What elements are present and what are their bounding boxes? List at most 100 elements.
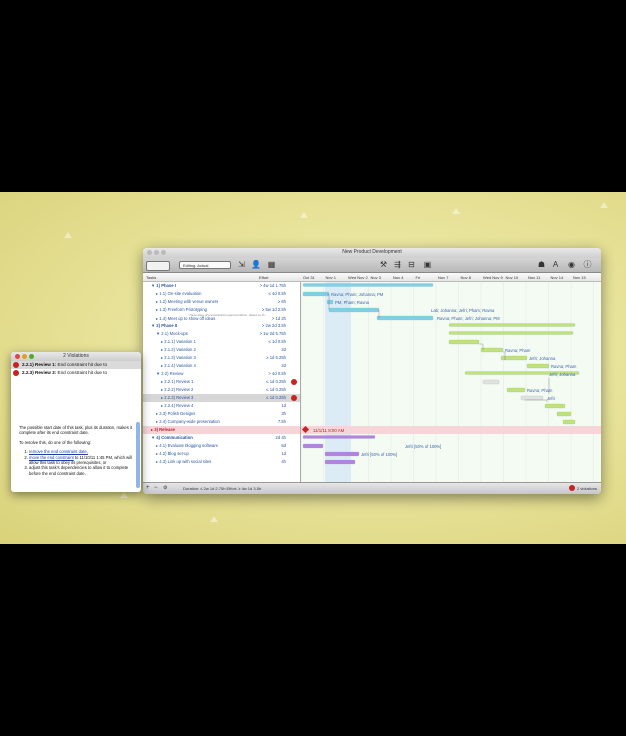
task-name: ▸ 2.4) Company-wide presentation bbox=[156, 419, 220, 424]
bar-resource-label: Ravna; Pham bbox=[551, 364, 577, 369]
task-row[interactable]: ▼ 2.1) Mock-ups > 1w 2d 5.75h bbox=[143, 330, 300, 338]
split-icon[interactable]: ⊟ bbox=[407, 260, 416, 269]
task-row[interactable]: ▸ 4.1) Evaluate blogging software 5d bbox=[143, 442, 300, 450]
bar-resource-label: Lab; Johanna; Jefri; Pham; Ravna bbox=[431, 308, 495, 313]
task-effort: ≥ 1d 5.25h bbox=[266, 355, 286, 360]
inspect-icon[interactable]: ⓘ bbox=[583, 260, 592, 269]
date-column-header: Nov 3 bbox=[370, 275, 381, 280]
task-row[interactable]: ▸ 2.2.3) Review 3 ≤ 1d 0.25h bbox=[143, 394, 300, 402]
resolution-option: move the end constraint to 11/10/11 1:45… bbox=[29, 455, 134, 466]
tasks-column-header[interactable]: Tasks bbox=[146, 275, 156, 280]
task-row[interactable]: ▸ 1.2) Meeting with venue owners ≥ 6h bbox=[143, 298, 300, 306]
colors-icon[interactable]: ◉ bbox=[567, 260, 576, 269]
milestone-label: 11/1/11 8:00 AM bbox=[313, 428, 345, 433]
resource-icon[interactable]: 👤 bbox=[251, 260, 261, 269]
task-name: ▼ 1) Phase I bbox=[151, 283, 176, 288]
task-row[interactable]: ▸ 2.2.1) Review 1 ≤ 1d 0.25h bbox=[143, 378, 300, 386]
violation-description: The possible start date of this task, pl… bbox=[19, 425, 133, 436]
task-name: ▸ 3) Release bbox=[151, 427, 175, 432]
task-effort: ≤ 1d 0.25h bbox=[266, 395, 286, 400]
fonts-icon[interactable]: A bbox=[551, 260, 560, 269]
task-row[interactable]: ▸ 1.1) On-site evaluation ≤ 4d 0.5h bbox=[143, 290, 300, 298]
task-bar bbox=[302, 443, 324, 449]
scrollbar[interactable] bbox=[136, 422, 140, 488]
task-row[interactable]: ▸ 2.1.3) Variation 3 ≥ 1d 5.25h bbox=[143, 354, 300, 362]
task-effort: > 2w 2d 3.5h bbox=[261, 323, 286, 328]
action-gear-icon[interactable]: ⚙ bbox=[163, 485, 167, 491]
bar-resource-label: Jefri [50% of 100%] bbox=[361, 452, 397, 457]
bar-resource-label: Jefri; Johanna bbox=[529, 356, 556, 361]
bar-resource-label: Jefri bbox=[547, 396, 555, 401]
status-summary: Duration: ≤ 2w 1d 2.75h Effort: ≥ 4w 1d … bbox=[183, 486, 262, 491]
task-row[interactable]: ▸ 2.1.2) Variation 2 2d bbox=[143, 346, 300, 354]
task-effort: ≥ 6h bbox=[277, 299, 286, 304]
catch-up-icon[interactable]: ⇶ bbox=[393, 260, 402, 269]
remove-icon[interactable]: − bbox=[154, 485, 158, 491]
task-bar bbox=[544, 403, 566, 409]
resolution-option: adjust this task's dependencies to allow… bbox=[29, 465, 134, 476]
task-name: ▼ 4) Communication bbox=[151, 435, 193, 440]
summary-bar bbox=[302, 283, 434, 287]
date-column-header: Nov 7 bbox=[438, 275, 449, 280]
task-name: ▼ 2.2) Review bbox=[156, 371, 184, 376]
task-bar bbox=[556, 411, 572, 417]
task-name: ▸ 2.1.3) Variation 3 bbox=[161, 355, 196, 360]
task-row[interactable]: ▸ 2.2.2) Review 2 ≤ 1d 0.25h bbox=[143, 386, 300, 394]
task-note: Three days of unrestrained experimentati… bbox=[189, 313, 267, 317]
task-row[interactable]: ▸ 3) Release bbox=[143, 426, 300, 434]
date-column-header: Wed Nov 2 bbox=[348, 275, 368, 280]
window-title: New Product Development bbox=[342, 249, 402, 255]
task-name: ▸ 2.2.4) Review 4 bbox=[161, 403, 194, 408]
zoom-panel-button[interactable] bbox=[29, 354, 34, 359]
date-column-header: Oct 31 bbox=[303, 275, 315, 280]
task-effort: 2d 4h bbox=[275, 435, 286, 440]
baseline-select[interactable]: Editing: Actual bbox=[179, 261, 231, 269]
task-effort: 1d bbox=[281, 403, 286, 408]
task-effort: > 4w 1d 1.75h bbox=[259, 283, 286, 288]
task-bar bbox=[562, 419, 576, 425]
task-bar bbox=[520, 395, 544, 401]
violation-icon[interactable] bbox=[291, 395, 297, 401]
violation-item[interactable]: 2.2.1) Review 1: End constraint hit due … bbox=[11, 361, 141, 369]
close-panel-button[interactable] bbox=[15, 354, 20, 359]
task-row[interactable]: ▼ 1) Phase I > 4w 1d 1.75h bbox=[143, 282, 300, 290]
move-end-constraint-link[interactable]: move the end constraint bbox=[29, 455, 74, 460]
task-row[interactable]: ▸ 2.1.1) Variation 1 ≤ 1d 0.5h bbox=[143, 338, 300, 346]
task-row[interactable]: ▸ 4.2) Blog set-up 1d bbox=[143, 450, 300, 458]
task-effort: 4h bbox=[281, 459, 286, 464]
task-row[interactable]: ▼ 2.2) Review > 4d 0.5h bbox=[143, 370, 300, 378]
error-icon bbox=[13, 370, 19, 376]
task-name: ▸ 2.2.3) Review 3 bbox=[161, 395, 194, 400]
view-mode-segmented-button[interactable] bbox=[146, 261, 170, 271]
task-row[interactable]: ▸ 2.3) Polish Designs 3h bbox=[143, 410, 300, 418]
gantt-chart: 11/1/11 8:00 AM Ravna; Pham; Johanna; PM P… bbox=[301, 282, 601, 482]
violations-count[interactable]: 2 violations bbox=[577, 486, 597, 491]
task-row[interactable]: ▸ 2.4) Company-wide presentation 7.5h bbox=[143, 418, 300, 426]
task-row[interactable]: ▸ 2.2.4) Review 4 1d bbox=[143, 402, 300, 410]
level-icon[interactable]: ⚒ bbox=[379, 260, 388, 269]
remove-end-constraint-link[interactable]: remove the end constraint date, bbox=[29, 449, 88, 454]
task-row[interactable]: ▸ 2.1.4) Variation 4 2d bbox=[143, 362, 300, 370]
task-bar bbox=[302, 291, 330, 297]
violation-item[interactable]: 2.2.3) Review 3: End constraint hit due … bbox=[11, 369, 141, 377]
violations-panel: 2 Violations 2.2.1) Review 1: End constr… bbox=[11, 352, 141, 492]
date-column-header: Nov 15 bbox=[573, 275, 586, 280]
violation-icon[interactable] bbox=[291, 379, 297, 385]
status-bar: + − ⚙ Duration: ≤ 2w 1d 2.75h Effort: ≥ … bbox=[143, 482, 601, 494]
task-row[interactable]: ▼ 2) Phase II > 2w 2d 3.5h bbox=[143, 322, 300, 330]
reschedule-icon[interactable]: ▣ bbox=[423, 260, 432, 269]
effort-column-header[interactable]: Effort bbox=[259, 275, 269, 280]
violation-icon[interactable] bbox=[569, 485, 575, 491]
task-row[interactable]: ▼ 4) Communication 2d 4h bbox=[143, 434, 300, 442]
hide-show-icon[interactable]: ☗ bbox=[537, 260, 546, 269]
task-name: ▸ 4.3) Link up with social sites bbox=[156, 459, 212, 464]
violation-task: 2.2.3) Review 3: bbox=[22, 370, 57, 375]
task-effort: ≤ 1d 0.25h bbox=[266, 379, 286, 384]
minimize-panel-button[interactable] bbox=[22, 354, 27, 359]
link-icon[interactable]: ⇲ bbox=[237, 260, 246, 269]
task-bar bbox=[326, 299, 334, 305]
bar-resource-label: Jefri [50% of 100%] bbox=[405, 444, 441, 449]
add-icon[interactable]: + bbox=[146, 485, 150, 491]
inspector-icon[interactable]: ▦ bbox=[267, 260, 276, 269]
task-row[interactable]: ▸ 4.3) Link up with social sites 4h bbox=[143, 458, 300, 466]
